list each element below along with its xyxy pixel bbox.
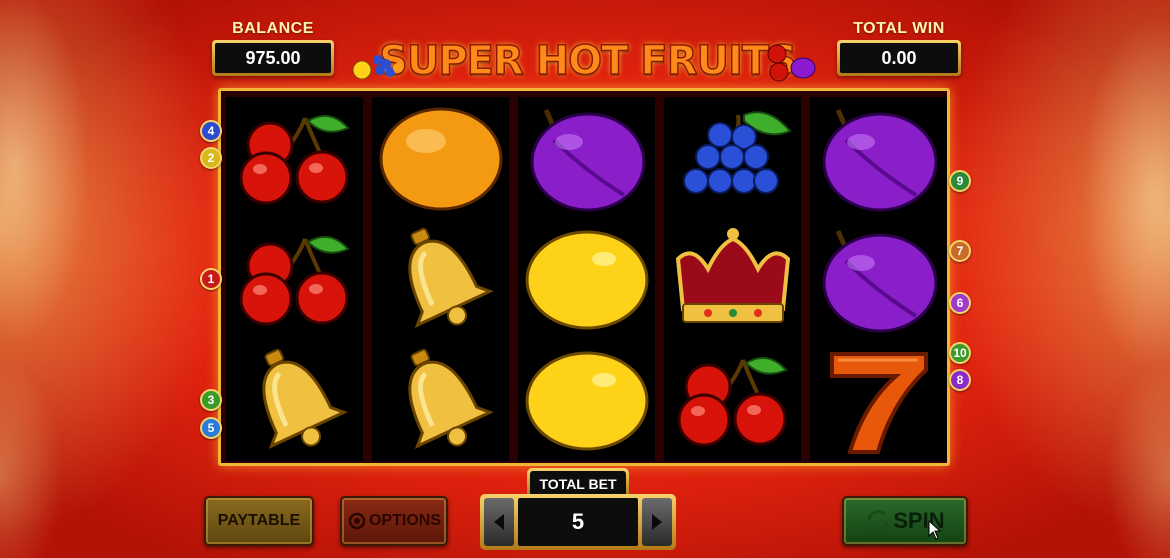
- paytable-label: PAYTABLE: [217, 512, 301, 529]
- payline-marker-5: 5: [200, 417, 222, 439]
- bell-symbol-icon: [372, 218, 509, 339]
- crown-symbol-icon: [664, 218, 801, 339]
- cherries-symbol-icon: [226, 218, 363, 339]
- balance-value: 975.00: [215, 43, 331, 73]
- orange-symbol-icon: [372, 97, 509, 218]
- payline-marker-4: 4: [200, 120, 222, 142]
- spin-button[interactable]: SPIN: [842, 496, 968, 546]
- gear-icon: [348, 512, 366, 530]
- payline-marker-2: 2: [200, 147, 222, 169]
- lemon-symbol-icon: [518, 218, 655, 339]
- bet-increase-button[interactable]: [642, 498, 672, 546]
- plum-symbol-icon: [810, 97, 947, 218]
- logo-fruits-left-icon: [352, 55, 403, 80]
- payline-marker-7: 7: [949, 240, 971, 262]
- spin-arrows-icon: [867, 510, 889, 532]
- flame-decoration-left: [0, 0, 150, 558]
- arrow-right-icon: [652, 514, 662, 530]
- total-win-display: TOTAL WIN 0.00: [837, 20, 961, 76]
- payline-marker-1: 1: [200, 268, 222, 290]
- bet-decrease-button[interactable]: [484, 498, 514, 546]
- options-button[interactable]: OPTIONS: [340, 496, 448, 546]
- plum-symbol-icon: [518, 97, 655, 218]
- total-bet-label: TOTAL BET: [530, 471, 626, 496]
- cherries-symbol-icon: [664, 339, 801, 460]
- total-bet-panel: TOTAL BET 5: [480, 468, 676, 552]
- lemon-symbol-icon: [518, 339, 655, 460]
- options-label: OPTIONS: [368, 512, 441, 529]
- total-bet-value: 5: [518, 498, 638, 546]
- bell-symbol-icon: [226, 339, 363, 460]
- total-win-label: TOTAL WIN: [853, 20, 945, 37]
- game-logo: SUPER HOT FRUITS: [345, 36, 830, 86]
- mouse-cursor-icon: [928, 520, 942, 540]
- reel-4: [664, 97, 801, 461]
- cherries-symbol-icon: [226, 97, 363, 218]
- logo-fruits-right-icon: [767, 44, 816, 82]
- grapes-symbol-icon: [664, 97, 801, 218]
- payline-marker-9: 9: [949, 170, 971, 192]
- reel-2: [372, 97, 509, 461]
- payline-marker-8: 8: [949, 369, 971, 391]
- reel-area: [218, 88, 950, 466]
- balance-label: BALANCE: [232, 20, 314, 37]
- reel-3: [518, 97, 655, 461]
- payline-marker-3: 3: [200, 389, 222, 411]
- paytable-button[interactable]: PAYTABLE: [204, 496, 314, 546]
- arrow-left-icon: [494, 514, 504, 530]
- flame-decoration-right: [1020, 0, 1170, 558]
- balance-display: BALANCE 975.00: [212, 20, 334, 76]
- reel-1: [226, 97, 363, 461]
- bell-symbol-icon: [372, 339, 509, 460]
- payline-marker-10: 10: [949, 342, 971, 364]
- total-win-value: 0.00: [840, 43, 958, 73]
- plum-symbol-icon: [810, 218, 947, 339]
- reel-5: [810, 97, 947, 461]
- logo-text: SUPER HOT FRUITS: [378, 37, 797, 85]
- payline-marker-6: 6: [949, 292, 971, 314]
- seven-symbol-icon: [810, 339, 947, 460]
